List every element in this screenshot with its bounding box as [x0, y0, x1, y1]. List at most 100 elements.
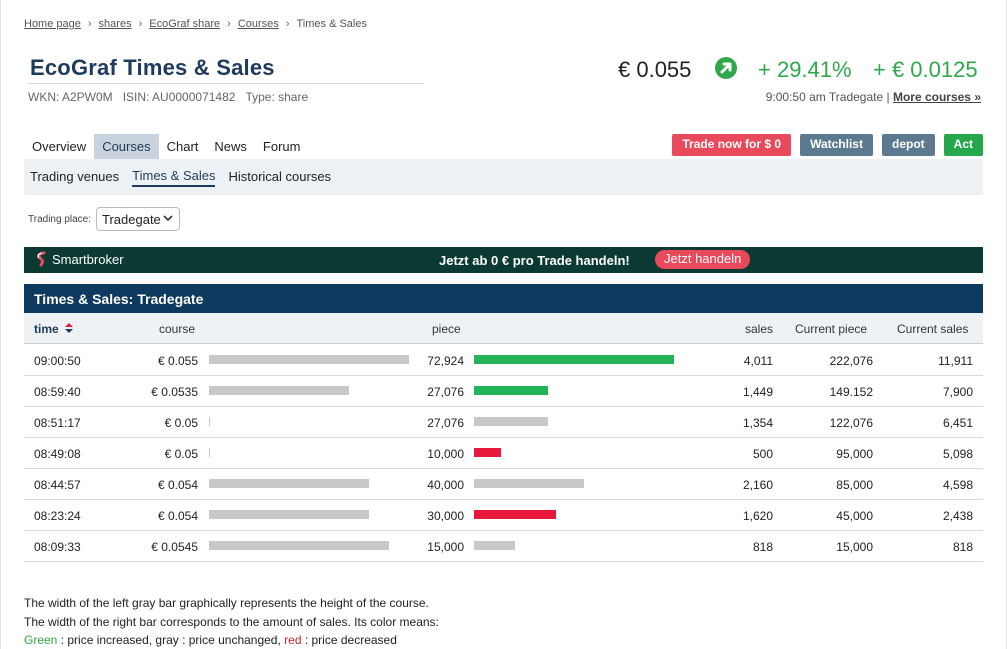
cell-time: 08:09:33 [34, 540, 81, 554]
col-current-sales[interactable]: Current sales [897, 322, 968, 336]
col-current-piece[interactable]: Current piece [795, 322, 867, 336]
piece-bar [474, 541, 515, 550]
table-row: 08:23:24 € 0.054 30,000 1,620 45,000 2,438 [24, 500, 983, 531]
breadcrumb: Home page › shares › EcoGraf share › Course… [24, 18, 367, 30]
piece-bar [474, 386, 548, 395]
cell-current-piece: 85,000 [836, 478, 873, 492]
table-row: 08:44:57 € 0.054 40,000 2,160 85,000 4,598 [24, 469, 983, 500]
smartbroker-logo: Smartbroker [35, 251, 124, 267]
breadcrumb-courses[interactable]: Courses [238, 18, 279, 30]
tab-chart[interactable]: Chart [159, 134, 207, 159]
trading-place-label: Trading place: [28, 214, 91, 225]
subtab-trading-venues[interactable]: Trading venues [30, 169, 119, 186]
course-bar [209, 417, 210, 426]
depot-button[interactable]: depot [881, 134, 935, 156]
col-sales[interactable]: sales [745, 322, 773, 336]
table-row: 08:59:40 € 0.0535 27,076 1,449 149.152 7,900 [24, 376, 983, 407]
cell-sales: 500 [752, 447, 773, 461]
cell-piece: 40,000 [427, 478, 464, 492]
isin-label: ISIN: AU0000071482 [122, 90, 236, 104]
cell-course: € 0.054 [157, 509, 198, 523]
quote-meta: 9:00:50 am Tradegate | More courses » [766, 90, 981, 104]
cell-current-sales: 2,438 [942, 509, 973, 523]
banner-cta-button[interactable]: Jetzt handeln [655, 250, 751, 269]
cell-sales: 4,011 [743, 354, 773, 368]
cell-current-sales: 5,098 [942, 447, 973, 461]
cell-current-sales: 11,911 [938, 354, 973, 368]
current-price: € 0.055 [618, 57, 692, 82]
course-bar [209, 541, 389, 550]
cell-sales: 2,160 [742, 478, 773, 492]
wkn-label: WKN: A2PW0M [28, 90, 113, 104]
breadcrumb-current: Times & Sales [296, 18, 367, 30]
subtab-times-sales[interactable]: Times & Sales [132, 168, 216, 187]
subtab-historical-courses[interactable]: Historical courses [228, 169, 331, 186]
tab-forum[interactable]: Forum [255, 134, 309, 159]
cell-course: € 0.05 [164, 447, 198, 461]
breadcrumb-home[interactable]: Home page [24, 18, 81, 30]
cell-course: € 0.05 [164, 416, 198, 430]
cell-sales: 1,620 [742, 509, 773, 523]
cell-current-piece: 95,000 [836, 447, 873, 461]
cell-course: € 0.0545 [151, 540, 198, 554]
note-red-text: : price decreased [301, 633, 397, 647]
col-time-label: time [34, 322, 59, 336]
action-buttons: Trade now for $ 0 Watchlist depot Act [672, 134, 983, 156]
chevron-down-icon [163, 213, 173, 226]
change-absolute: + € 0.0125 [873, 57, 978, 82]
tab-news[interactable]: News [206, 134, 255, 159]
table-row: 09:00:50 € 0.055 72,924 4,011 222,076 11,911 [24, 345, 983, 376]
security-meta: WKN: A2PW0M ISIN: AU0000071482 Type: sha… [28, 90, 308, 104]
more-courses-link[interactable]: More courses » [893, 90, 981, 104]
cell-piece: 10,000 [427, 447, 464, 461]
breadcrumb-separator: › [138, 18, 143, 30]
cell-sales: 818 [752, 540, 773, 554]
breadcrumb-shares[interactable]: shares [99, 18, 132, 30]
col-course[interactable]: course [159, 322, 195, 336]
cell-current-piece: 149.152 [829, 385, 873, 399]
cell-piece: 27,076 [427, 385, 464, 399]
col-time[interactable]: time [34, 322, 74, 336]
cell-time: 08:59:40 [34, 385, 81, 399]
cell-current-piece: 15,000 [836, 540, 873, 554]
cell-course: € 0.055 [157, 354, 198, 368]
note-green-text: : price increased, gray : price unchange… [57, 633, 285, 647]
cell-current-piece: 45,000 [836, 509, 873, 523]
cell-current-sales: 818 [952, 540, 973, 554]
smartbroker-banner[interactable]: Smartbroker Jetzt ab 0 € pro Trade hande… [24, 247, 983, 273]
note-line-3: Green : price increased, gray : price un… [24, 631, 439, 649]
piece-bar [474, 355, 674, 364]
banner-promo-text: Jetzt ab 0 € pro Trade handeln! [439, 253, 630, 268]
cell-course: € 0.0535 [151, 385, 198, 399]
tab-overview[interactable]: Overview [24, 134, 94, 159]
act-button[interactable]: Act [943, 134, 983, 156]
trade-now-button[interactable]: Trade now for $ 0 [672, 134, 792, 156]
cell-current-piece: 222,076 [829, 354, 873, 368]
col-piece[interactable]: piece [432, 322, 461, 336]
arrow-up-right-icon [715, 57, 737, 79]
watchlist-button[interactable]: Watchlist [800, 134, 873, 156]
piece-bar [474, 417, 548, 426]
table-header: time course piece sales Current piece Cu… [24, 313, 983, 344]
tab-courses[interactable]: Courses [94, 134, 159, 159]
note-red: red [284, 633, 302, 647]
table-row: 08:51:17 € 0.05 27,076 1,354 122,076 6,451 [24, 407, 983, 438]
cell-sales: 1,449 [742, 385, 773, 399]
cell-time: 08:51:17 [34, 416, 81, 430]
breadcrumb-ecograf-share[interactable]: EcoGraf share [149, 18, 220, 30]
course-bar [209, 510, 369, 519]
table-row: 08:09:33 € 0.0545 15,000 818 15,000 818 [24, 531, 983, 562]
course-bar [209, 386, 349, 395]
trading-place-select[interactable]: Tradegate [96, 207, 180, 231]
sub-navigation: Trading venues Times & Sales Historical … [24, 159, 983, 195]
note-line-2: The width of the right bar corresponds t… [24, 614, 439, 629]
breadcrumb-separator: › [87, 18, 92, 30]
cell-time: 08:23:24 [34, 509, 81, 523]
cell-course: € 0.054 [157, 478, 198, 492]
cell-current-piece: 122,076 [829, 416, 873, 430]
table-title: Times & Sales: Tradegate [24, 284, 983, 313]
change-percent: + 29.41% [758, 57, 852, 82]
course-bar [209, 479, 369, 488]
smartbroker-logo-icon [37, 251, 46, 267]
type-label: Type: share [245, 90, 309, 104]
